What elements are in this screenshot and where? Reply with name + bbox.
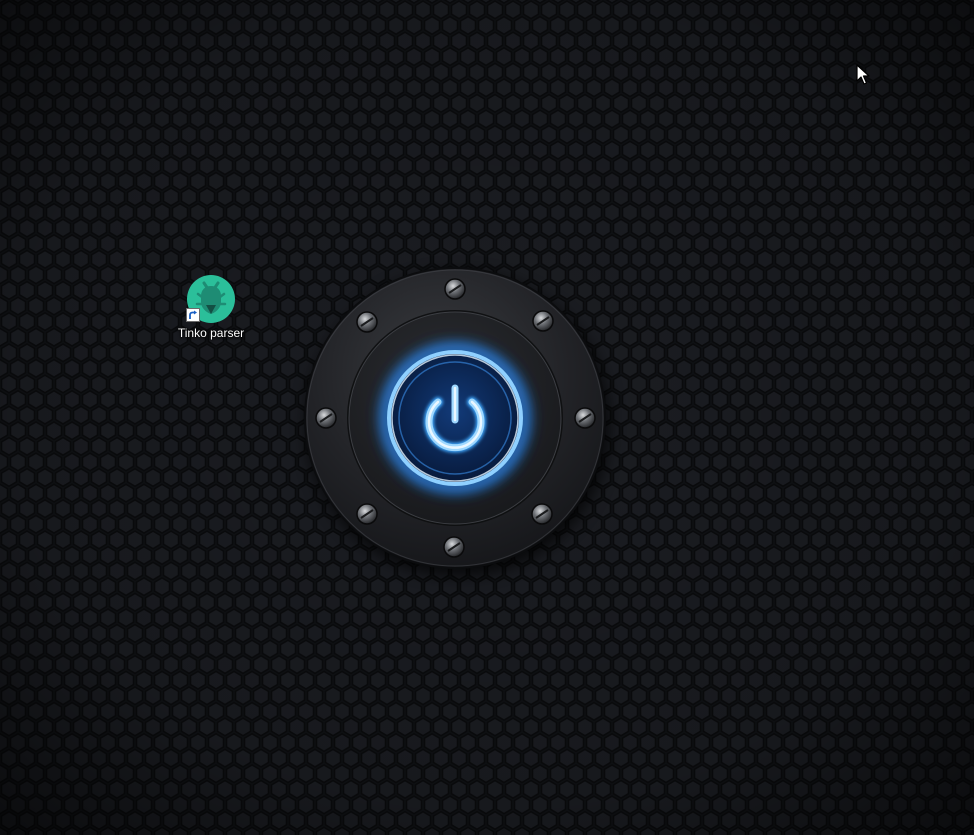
bolt-icon — [356, 311, 378, 333]
bolt-icon — [531, 503, 553, 525]
bolt-icon — [444, 278, 466, 300]
bolt-icon — [356, 503, 378, 525]
shortcut-arrow-icon — [186, 308, 200, 322]
bolt-icon — [315, 407, 337, 429]
power-button — [384, 346, 526, 488]
bolt-icon — [443, 536, 465, 558]
desktop-icon-label: Tinko parser — [177, 326, 245, 340]
bolt-icon — [574, 407, 596, 429]
desktop: Tinko parser — [0, 0, 974, 835]
arrow-cursor-icon — [856, 64, 870, 86]
desktop-icon-tinko-parser[interactable]: Tinko parser — [172, 272, 250, 346]
bolt-icon — [532, 310, 554, 332]
